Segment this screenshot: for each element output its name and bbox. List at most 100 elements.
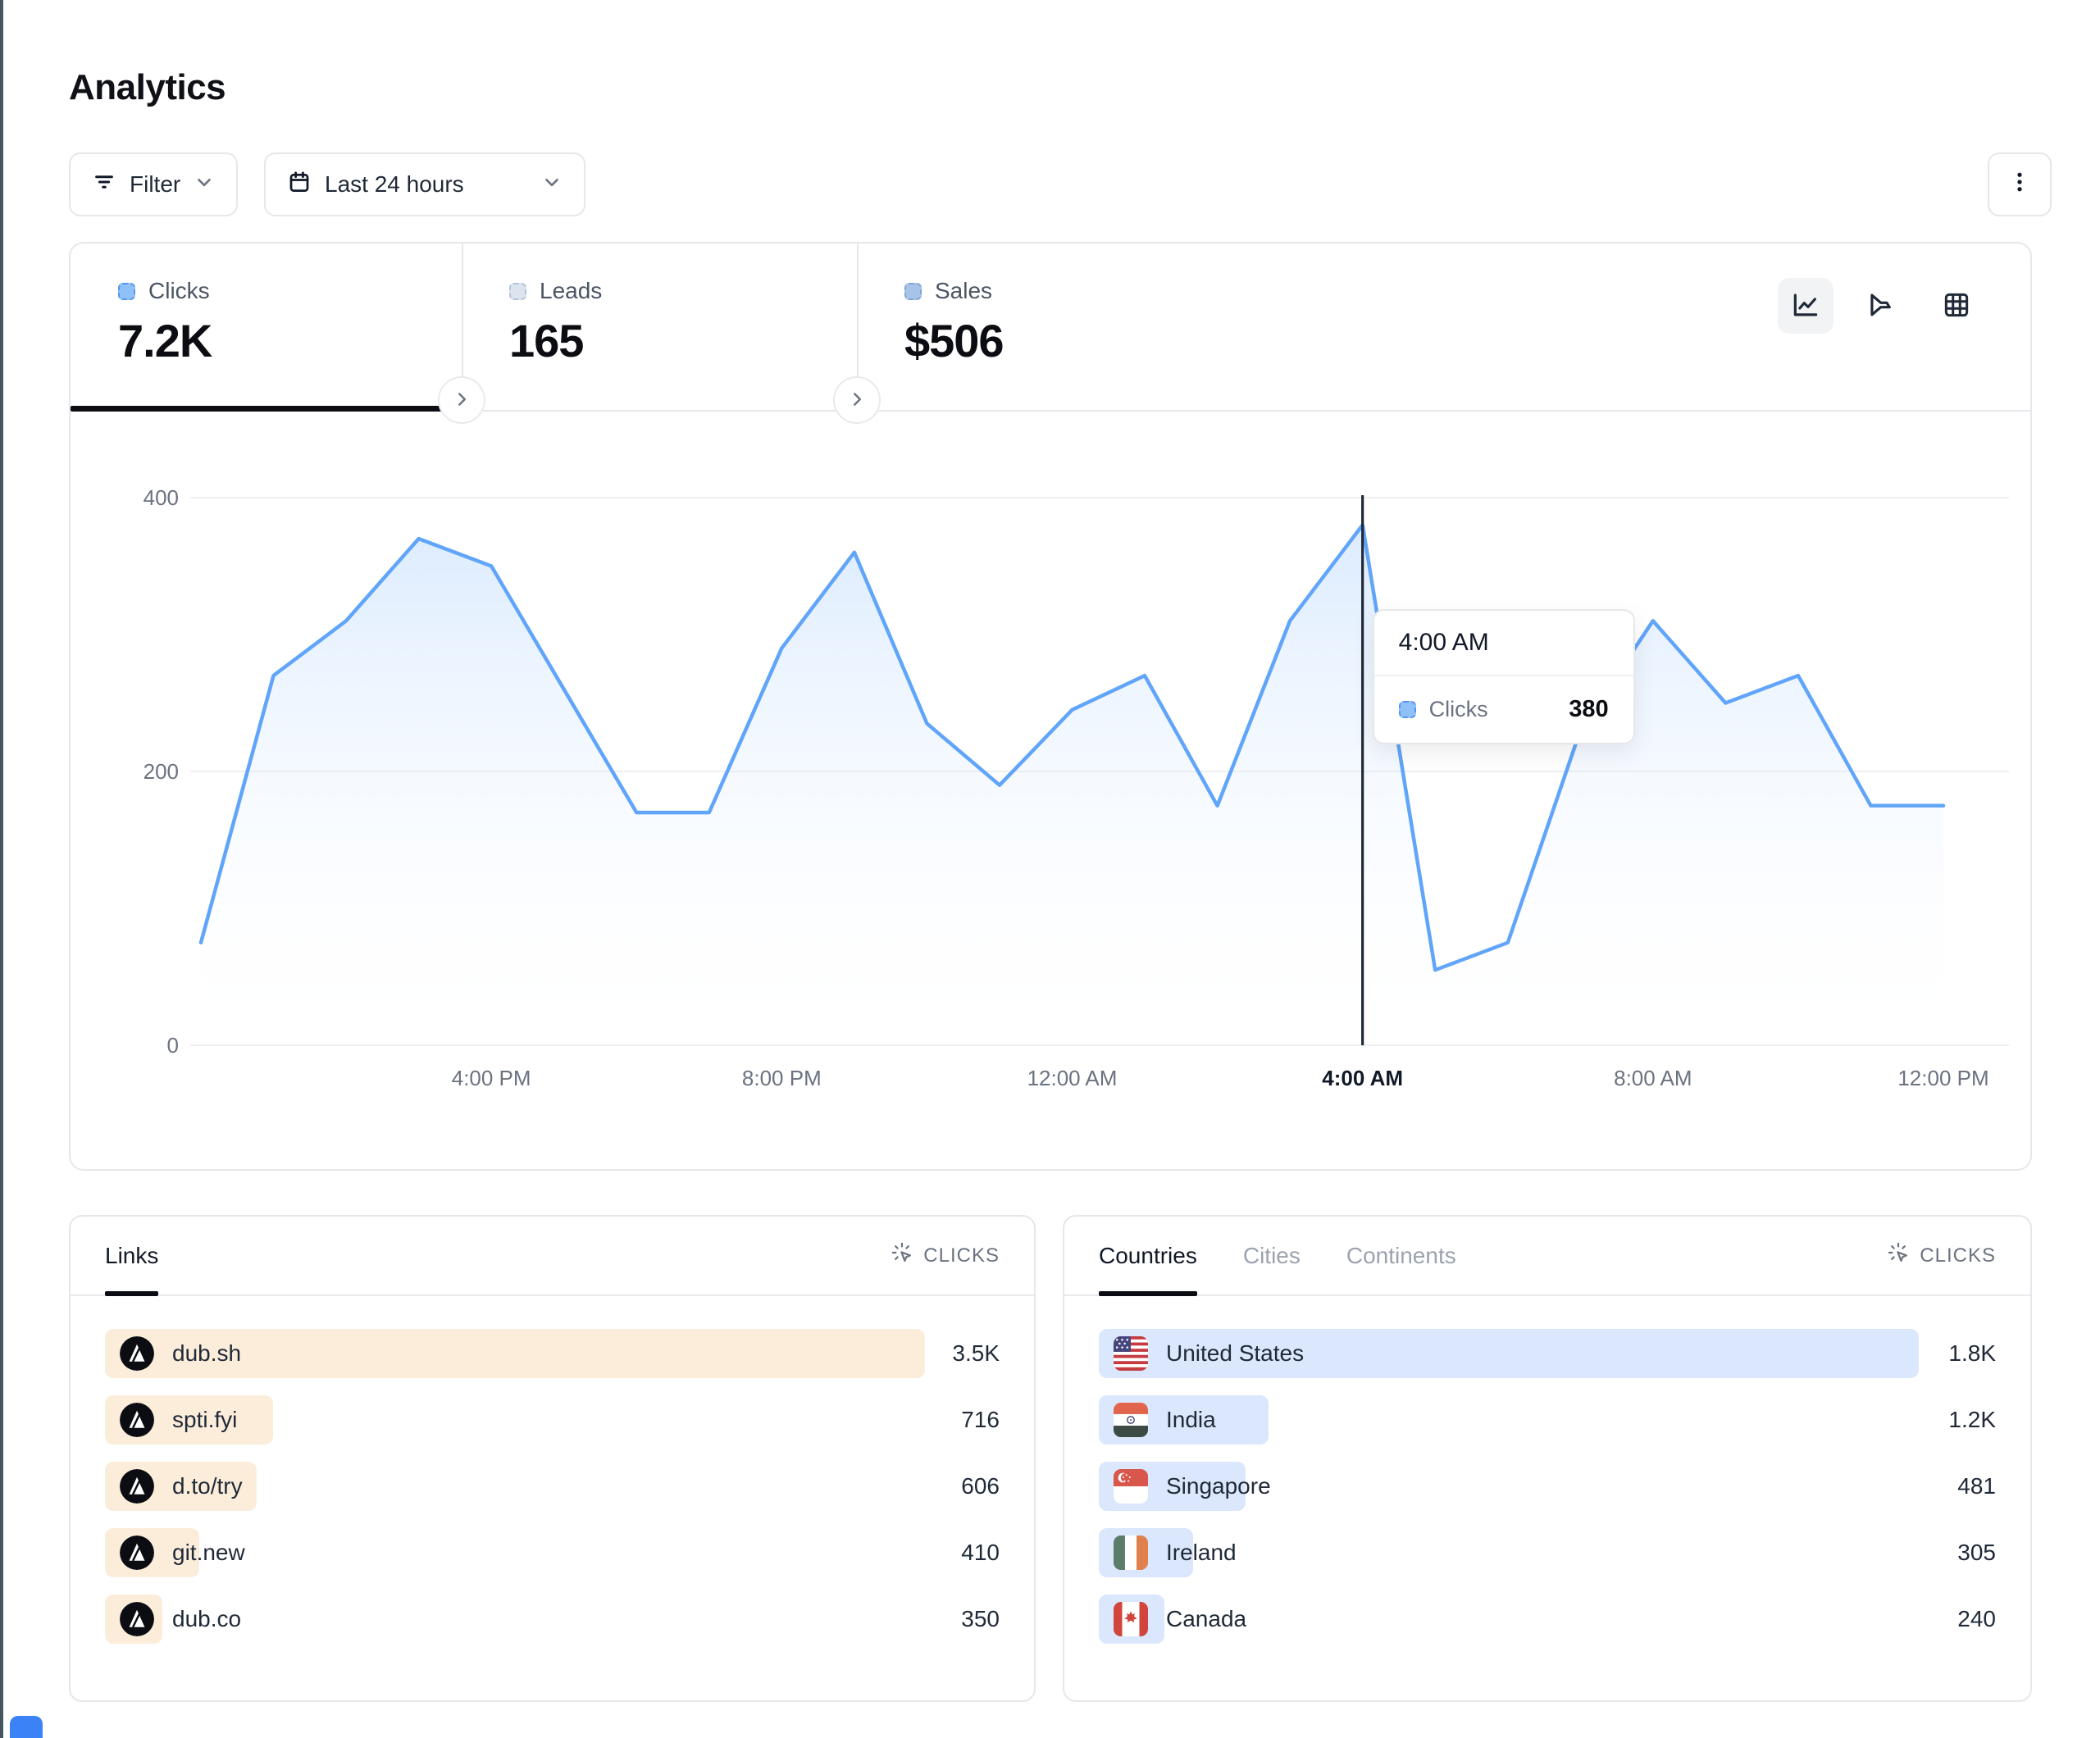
line-chart-icon [1790,289,1821,323]
y-axis-tick: 200 [121,759,179,785]
chat-widget-peek[interactable] [10,1716,43,1738]
links-metric[interactable]: CLICKS [891,1217,1000,1294]
countries-metric-label: CLICKS [1920,1244,1996,1267]
chevron-right-icon [846,389,868,412]
row-label: United States [1166,1340,1304,1367]
sg-flag-icon [1114,1469,1148,1504]
links-tab-links[interactable]: Links [105,1217,158,1294]
row-value: 3.5K [952,1329,1000,1378]
ca-flag-icon [1114,1602,1148,1636]
tooltip-series-value: 380 [1569,696,1608,723]
funnel-icon [1865,289,1897,323]
stat-label: Sales [935,278,992,304]
ie-flag-icon [1114,1536,1148,1570]
more-menu-button[interactable] [1988,152,2052,216]
funnel-view-button[interactable] [1853,278,1909,334]
y-axis-tick: 400 [121,485,179,511]
country-row[interactable]: United States1.8K [1099,1329,1996,1378]
filter-button[interactable]: Filter [69,152,238,216]
left-edge-accent [0,0,3,1738]
country-row[interactable]: Ireland 305 [1099,1528,1996,1577]
x-axis-tick: 8:00 PM [708,1066,855,1091]
stat-label: Leads [540,278,602,304]
filter-button-label: Filter [130,171,180,198]
stat-value: 165 [509,314,857,367]
link-row[interactable]: dub.sh 3.5K [105,1329,1000,1378]
row-label: Canada [1166,1606,1246,1632]
row-value: 410 [961,1528,1000,1577]
tooltip-series-label: Clicks [1429,697,1488,722]
chevron-down-icon [541,171,563,198]
links-rows: dub.sh 3.5K spti.fyi 716 d.to/try 606 git.new 4… [71,1296,1034,1644]
row-label: Singapore [1166,1473,1271,1499]
chart-view-toggle [1778,278,1984,334]
links-panel: Links CLICKS dub.sh 3.5K spti.fyi 716 d.to/t… [69,1215,1036,1702]
countries-tabs: Countries Cities Continents [1099,1217,1456,1294]
countries-tab-continents[interactable]: Continents [1346,1217,1456,1294]
line-chart-view-button[interactable] [1778,278,1834,334]
chevron-right-icon [451,389,472,412]
dub-logo-icon [120,1536,154,1570]
x-axis-tick: 8:00 AM [1579,1066,1727,1091]
x-axis-tick: 12:00 AM [999,1066,1146,1091]
dots-vertical-icon [2007,170,2032,200]
page-title: Analytics [69,67,225,108]
us-flag-icon [1114,1336,1148,1371]
row-value: 481 [1957,1462,1996,1511]
countries-metric[interactable]: CLICKS [1887,1217,1996,1294]
dub-logo-icon [120,1602,154,1636]
chevron-down-icon [194,171,215,198]
link-row[interactable]: spti.fyi 716 [105,1395,1000,1445]
x-axis-tick: 4:00 PM [417,1066,565,1091]
grid-icon [1941,289,1972,323]
row-value: 606 [961,1462,1000,1511]
country-row[interactable]: Canada 240 [1099,1595,1996,1644]
countries-panel-header: Countries Cities Continents CLICKS [1064,1217,2030,1296]
grid-view-button[interactable] [1929,278,1984,334]
country-row[interactable]: Singapore 481 [1099,1462,1996,1511]
row-label: dub.co [172,1606,241,1632]
clicks-legend-chip [1399,701,1416,718]
dub-logo-icon [120,1403,154,1437]
date-range-button[interactable]: Last 24 hours [264,152,585,216]
stat-tab-clicks[interactable]: Clicks 7.2K [71,243,462,410]
dub-logo-icon [120,1469,154,1504]
bars-filter-icon [92,170,116,200]
stat-tab-leads[interactable]: Leads 165 [462,243,857,410]
link-row[interactable]: git.new 410 [105,1528,1000,1577]
link-row[interactable]: dub.co 350 [105,1595,1000,1644]
countries-tab-countries[interactable]: Countries [1099,1217,1197,1294]
cursor-rays-icon [1887,1241,1910,1270]
expand-stats-button[interactable] [438,376,485,424]
stat-tabs-row: Clicks7.2KLeads165Sales$506 [71,243,2030,412]
stat-value: 7.2K [118,314,462,367]
expand-stats-button[interactable] [833,376,881,424]
x-axis-tick: 4:00 AM [1289,1066,1437,1091]
stat-label: Clicks [148,278,210,304]
row-label: Ireland [1166,1540,1237,1566]
country-row[interactable]: India 1.2K [1099,1395,1996,1445]
row-label: India [1166,1407,1216,1433]
row-label: d.to/try [172,1473,243,1499]
tooltip-time: 4:00 AM [1374,611,1633,676]
analytics-page: Analytics Filter Last 24 hours [0,0,2100,1738]
links-metric-label: CLICKS [923,1244,1000,1267]
row-value: 350 [961,1595,1000,1644]
calendar-icon [287,170,312,200]
date-range-label: Last 24 hours [325,171,464,198]
countries-tab-cities[interactable]: Cities [1243,1217,1301,1294]
row-value: 716 [961,1395,1000,1445]
clicks-legend-chip [118,283,135,300]
row-label: dub.sh [172,1340,241,1367]
row-value: 240 [1957,1595,1996,1644]
countries-rows: United States1.8K India 1.2K Singapore 481 Ir… [1064,1296,2030,1644]
row-label: git.new [172,1540,245,1566]
links-panel-header: Links CLICKS [71,1217,1034,1296]
row-label: spti.fyi [172,1407,237,1433]
row-value: 305 [1957,1528,1996,1577]
analytics-chart-card: Clicks7.2KLeads165Sales$506 [69,242,2032,1171]
row-value: 1.2K [1948,1395,1996,1445]
links-tabs: Links [105,1217,158,1294]
link-row[interactable]: d.to/try 606 [105,1462,1000,1511]
in-flag-icon [1114,1403,1148,1437]
